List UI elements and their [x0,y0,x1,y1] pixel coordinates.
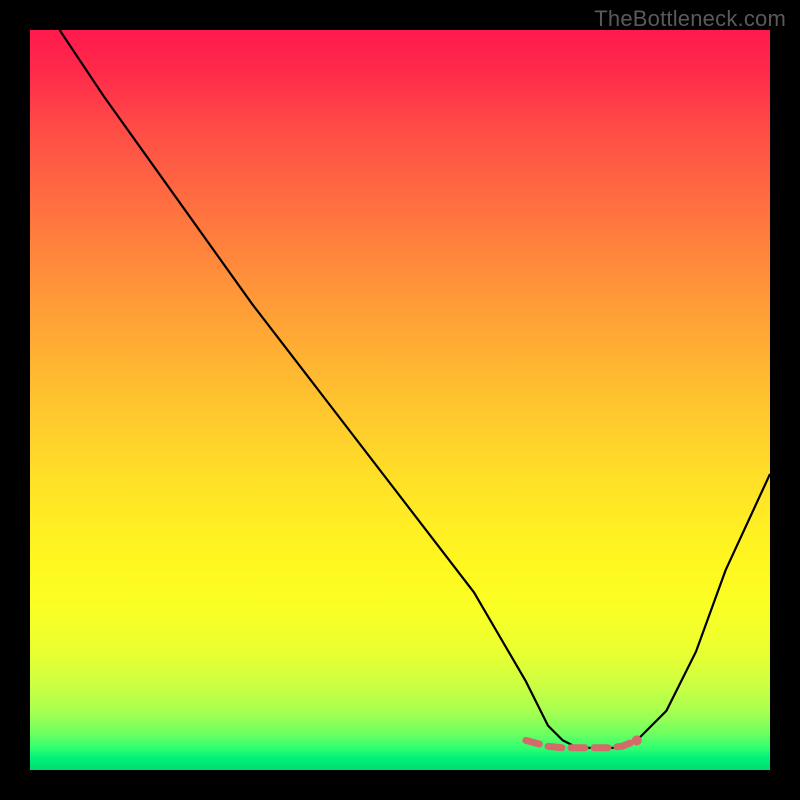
chart-overlay [30,30,770,770]
bottleneck-curve [60,30,770,748]
watermark-text: TheBottleneck.com [594,6,786,32]
bottom-highlight-segment [526,740,637,747]
highlight-end-dot [632,735,642,745]
plot-area [30,30,770,770]
